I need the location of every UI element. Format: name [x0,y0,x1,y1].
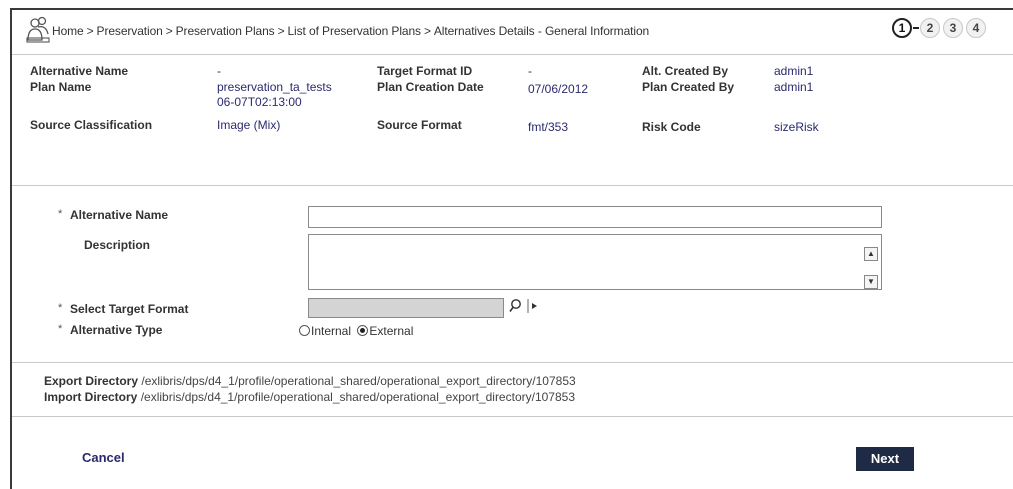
plan-creation-date-value: 07/06/2012 [528,82,589,96]
breadcrumb-home[interactable]: Home [52,24,84,38]
breadcrumb-separator: > [423,24,431,38]
required-marker: * [58,302,63,314]
form-divider [12,362,1013,363]
breadcrumb-separator: > [86,24,94,38]
required-marker: * [58,323,63,335]
header-bar: Home > Preservation > Preservation Plans > Lis… [12,10,1013,50]
select-target-format-field-label: Select Target Format [70,302,189,316]
breadcrumb-preservation[interactable]: Preservation [97,24,163,38]
step-connector [913,27,919,29]
plan-created-by-value: admin1 [774,80,814,94]
radio-internal-label[interactable]: Internal [311,324,351,338]
breadcrumb-separator: > [165,24,173,38]
description-field-label: Description [84,238,151,252]
radio-internal[interactable] [299,325,310,336]
plan-name-value-continued[interactable]: 06-07T02:13:00 [217,95,302,109]
alternative-name-label: Alternative Name [30,64,129,78]
source-format-value: fmt/353 [528,120,569,134]
risk-code-label: Risk Code [642,120,701,134]
breadcrumb-preservation-plans[interactable]: Preservation Plans [176,24,275,38]
plan-name-value[interactable]: preservation_ta_tests [217,80,332,94]
import-directory-value: /exlibris/dps/d4_1/profile/operational_s… [140,390,575,404]
play-arrow-icon[interactable] [526,298,540,317]
description-textarea[interactable]: ▲ ▼ [308,234,882,290]
target-format-input[interactable] [308,298,504,318]
alternative-name-input[interactable] [308,206,882,228]
target-format-id-value: - [528,64,532,78]
alternative-name-field-label: Alternative Name [70,208,169,222]
source-classification-label: Source Classification [30,118,153,132]
source-format-label: Source Format [377,118,462,132]
target-format-id-label: Target Format ID [377,64,473,78]
step-4[interactable]: 4 [966,18,986,38]
step-3[interactable]: 3 [943,18,963,38]
cancel-link[interactable]: Cancel [82,450,125,465]
radio-external-label[interactable]: External [369,324,413,338]
export-directory: Export Directory /exlibris/dps/d4_1/prof… [44,374,576,388]
plan-created-by-label: Plan Created By [642,80,735,94]
breadcrumb-separator: > [277,24,285,38]
alternative-type-radio-group: Internal External [299,324,413,338]
source-classification-value: Image (Mix) [217,118,281,132]
alternative-name-value: - [217,64,221,78]
breadcrumb-list-of-preservation-plans[interactable]: List of Preservation Plans [287,24,421,38]
import-directory-label: Import Directory [44,390,138,404]
page-frame: Home > Preservation > Preservation Plans > Lis… [10,8,1013,489]
step-1[interactable]: 1 [892,18,912,38]
required-marker: * [58,208,63,220]
alternative-type-field-label: Alternative Type [70,323,163,337]
info-divider [12,185,1013,186]
export-directory-value: /exlibris/dps/d4_1/profile/operational_s… [141,374,576,388]
triangle-down-icon[interactable]: ▼ [864,275,878,289]
header-divider [12,54,1013,55]
step-2[interactable]: 2 [920,18,940,38]
magnifier-icon[interactable] [509,298,523,317]
footer-divider [12,416,1013,417]
breadcrumb: Home > Preservation > Preservation Plans > Lis… [52,24,649,38]
breadcrumb-current: Alternatives Details - General Informati… [433,24,650,38]
plan-creation-date-label: Plan Creation Date [377,80,484,94]
plan-name-label: Plan Name [30,80,92,94]
risk-code-value: sizeRisk [774,120,819,134]
import-directory: Import Directory /exlibris/dps/d4_1/prof… [44,390,575,404]
next-button[interactable]: Next [856,447,914,471]
people-icon [26,16,50,43]
wizard-steps: 1 2 3 4 [892,16,1013,42]
triangle-up-icon[interactable]: ▲ [864,247,878,261]
export-directory-label: Export Directory [44,374,139,388]
alt-created-by-label: Alt. Created By [642,64,729,78]
radio-external[interactable] [357,325,369,336]
alt-created-by-value: admin1 [774,64,814,78]
